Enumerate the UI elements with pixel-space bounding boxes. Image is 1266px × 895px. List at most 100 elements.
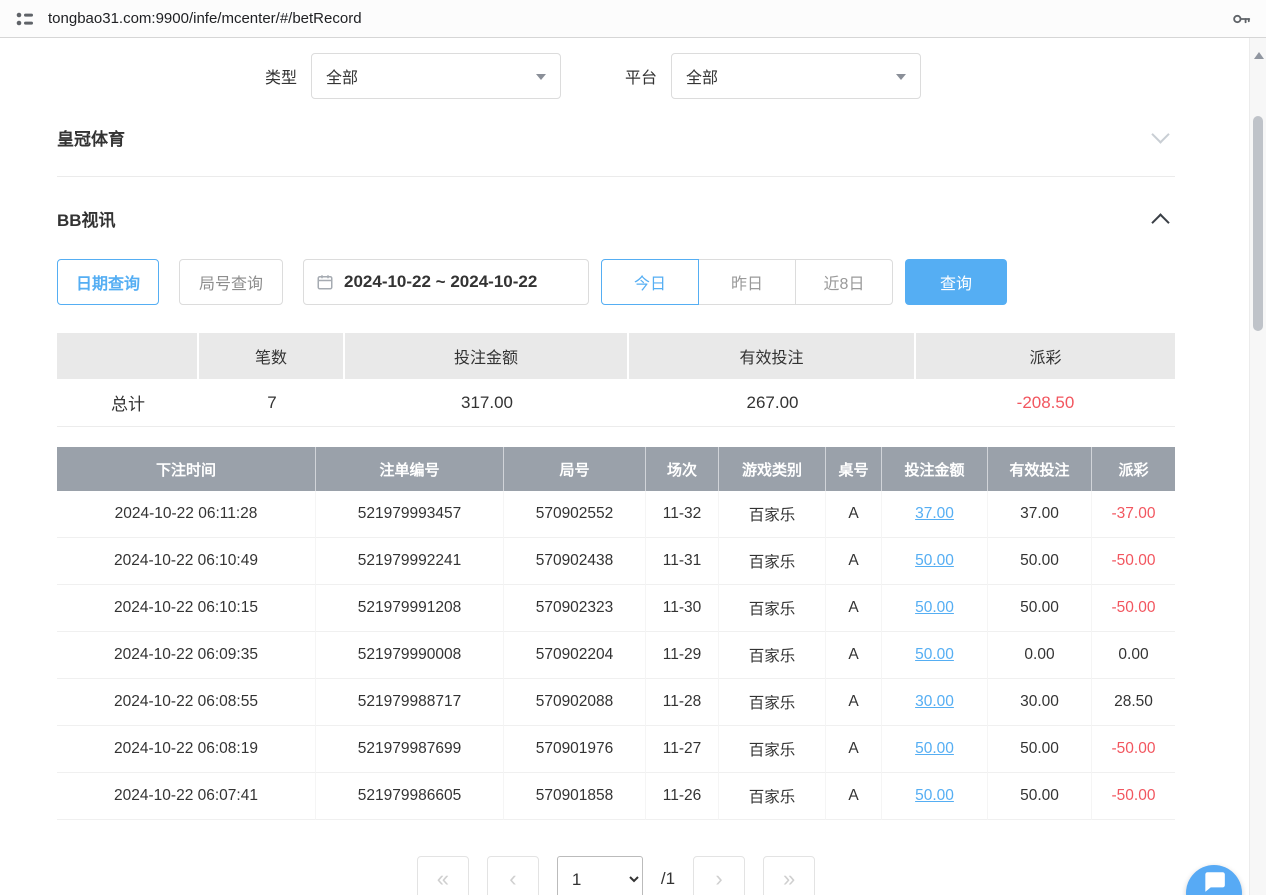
- type-filter-label: 类型: [265, 64, 297, 88]
- bet-record-page: 类型 全部 平台 全部 皇冠体育 BB视讯 日期查询 局号查询: [0, 38, 1249, 895]
- table-row: 2024-10-22 06:07:41521979986605570901858…: [57, 773, 1175, 820]
- payout-cell: -50.00: [1091, 585, 1175, 632]
- session-cell: 11-26: [645, 773, 718, 820]
- bet-time-cell: 2024-10-22 06:07:41: [57, 773, 315, 820]
- platform-filter-value: 全部: [686, 64, 718, 88]
- valid-bet-cell: 37.00: [987, 491, 1091, 538]
- round-no-cell: 570901976: [503, 726, 645, 773]
- header-round-no: 局号: [503, 447, 645, 491]
- order-no-cell: 521979986605: [315, 773, 503, 820]
- session-cell: 11-28: [645, 679, 718, 726]
- round-query-tab[interactable]: 局号查询: [179, 259, 283, 305]
- section-title: BB视讯: [57, 206, 116, 231]
- summary-header-valid-bet: 有效投注: [629, 333, 916, 379]
- summary-total-row: 总计 7 317.00 267.00 -208.50: [57, 379, 1175, 427]
- bet-amount-link[interactable]: 50.00: [881, 632, 987, 679]
- bet-amount-link[interactable]: 30.00: [881, 679, 987, 726]
- payout-cell: -50.00: [1091, 773, 1175, 820]
- page-select[interactable]: 1: [557, 856, 643, 895]
- today-button[interactable]: 今日: [601, 259, 699, 305]
- game-type-cell: 百家乐: [718, 679, 825, 726]
- summary-header-count: 笔数: [199, 333, 345, 379]
- header-valid-bet: 有效投注: [987, 447, 1091, 491]
- header-bet-amount: 投注金额: [881, 447, 987, 491]
- header-table-no: 桌号: [825, 447, 881, 491]
- table-row: 2024-10-22 06:10:49521979992241570902438…: [57, 538, 1175, 585]
- table-no-cell: A: [825, 726, 881, 773]
- summary-total-label: 总计: [57, 379, 199, 427]
- total-pages-label: /1: [661, 869, 675, 889]
- chevron-up-icon[interactable]: [1151, 213, 1169, 231]
- bet-amount-link[interactable]: 50.00: [881, 726, 987, 773]
- summary-valid-bet: 267.00: [629, 379, 916, 427]
- game-type-cell: 百家乐: [718, 538, 825, 585]
- summary-header-row: 笔数 投注金额 有效投注 派彩: [57, 333, 1175, 379]
- bet-table-body: 2024-10-22 06:11:28521979993457570902552…: [57, 491, 1175, 820]
- password-key-icon[interactable]: [1230, 8, 1252, 30]
- payout-cell: -37.00: [1091, 491, 1175, 538]
- game-type-cell: 百家乐: [718, 773, 825, 820]
- header-order-no: 注单编号: [315, 447, 503, 491]
- order-no-cell: 521979987699: [315, 726, 503, 773]
- game-type-cell: 百家乐: [718, 491, 825, 538]
- section-crown-sports[interactable]: 皇冠体育: [57, 99, 1175, 177]
- page-scrollbar[interactable]: [1249, 38, 1266, 895]
- scrollbar-thumb[interactable]: [1253, 116, 1263, 331]
- date-query-tab[interactable]: 日期查询: [57, 259, 159, 305]
- last-page-button[interactable]: »: [763, 856, 815, 895]
- platform-filter-select[interactable]: 全部: [671, 53, 921, 99]
- date-range-input[interactable]: 2024-10-22 ~ 2024-10-22: [303, 259, 589, 305]
- round-no-cell: 570901858: [503, 773, 645, 820]
- valid-bet-cell: 30.00: [987, 679, 1091, 726]
- date-range-value: 2024-10-22 ~ 2024-10-22: [344, 272, 537, 292]
- table-no-cell: A: [825, 773, 881, 820]
- query-bar: 日期查询 局号查询 2024-10-22 ~ 2024-10-22 今日 昨日 …: [57, 259, 1175, 305]
- game-type-cell: 百家乐: [718, 632, 825, 679]
- scrollbar-up-arrow-icon[interactable]: [1254, 52, 1264, 59]
- bet-amount-link[interactable]: 37.00: [881, 491, 987, 538]
- order-no-cell: 521979991208: [315, 585, 503, 632]
- bet-amount-link[interactable]: 50.00: [881, 585, 987, 632]
- filter-row: 类型 全部 平台 全部: [57, 53, 1175, 99]
- valid-bet-cell: 50.00: [987, 726, 1091, 773]
- summary-header-bet-amount: 投注金额: [345, 333, 629, 379]
- header-session: 场次: [645, 447, 718, 491]
- chevron-down-icon[interactable]: [1151, 125, 1169, 143]
- round-no-cell: 570902552: [503, 491, 645, 538]
- payout-cell: -50.00: [1091, 538, 1175, 585]
- last-8-days-button[interactable]: 近8日: [795, 259, 893, 305]
- payout-cell: -50.00: [1091, 726, 1175, 773]
- bet-time-cell: 2024-10-22 06:08:19: [57, 726, 315, 773]
- section-bb-video[interactable]: BB视讯: [57, 177, 1175, 259]
- next-page-button[interactable]: ›: [693, 856, 745, 895]
- bet-table-header: 下注时间 注单编号 局号 场次 游戏类别 桌号 投注金额 有效投注 派彩: [57, 447, 1175, 491]
- game-type-cell: 百家乐: [718, 585, 825, 632]
- session-cell: 11-32: [645, 491, 718, 538]
- quick-date-group: 今日 昨日 近8日: [601, 259, 893, 305]
- table-row: 2024-10-22 06:08:19521979987699570901976…: [57, 726, 1175, 773]
- bet-amount-link[interactable]: 50.00: [881, 538, 987, 585]
- profile-list-icon[interactable]: [14, 11, 36, 27]
- bet-time-cell: 2024-10-22 06:09:35: [57, 632, 315, 679]
- table-no-cell: A: [825, 585, 881, 632]
- pagination: « ‹ 1 /1 › »: [57, 856, 1175, 895]
- session-cell: 11-30: [645, 585, 718, 632]
- summary-header-blank: [57, 333, 199, 379]
- summary-count: 7: [199, 379, 345, 427]
- search-button[interactable]: 查询: [905, 259, 1007, 305]
- table-row: 2024-10-22 06:11:28521979993457570902552…: [57, 491, 1175, 538]
- session-cell: 11-27: [645, 726, 718, 773]
- type-filter-select[interactable]: 全部: [311, 53, 561, 99]
- yesterday-button[interactable]: 昨日: [698, 259, 796, 305]
- round-no-cell: 570902088: [503, 679, 645, 726]
- bet-amount-link[interactable]: 50.00: [881, 773, 987, 820]
- first-page-button[interactable]: «: [417, 856, 469, 895]
- prev-page-button[interactable]: ‹: [487, 856, 539, 895]
- calendar-icon: [316, 273, 334, 291]
- table-no-cell: A: [825, 491, 881, 538]
- table-row: 2024-10-22 06:10:15521979991208570902323…: [57, 585, 1175, 632]
- valid-bet-cell: 50.00: [987, 585, 1091, 632]
- address-url[interactable]: tongbao31.com:9900/infe/mcenter/#/betRec…: [48, 10, 362, 27]
- order-no-cell: 521979990008: [315, 632, 503, 679]
- session-cell: 11-31: [645, 538, 718, 585]
